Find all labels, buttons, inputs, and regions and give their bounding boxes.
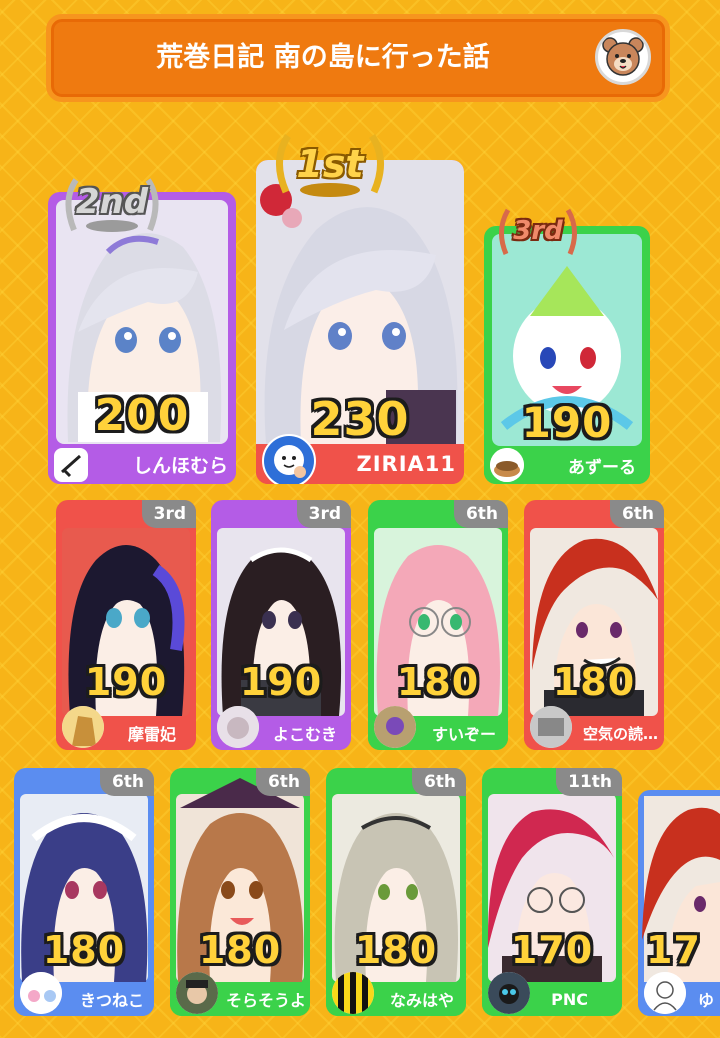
rank-card[interactable]: 6th 180 すいぞー: [368, 500, 508, 750]
medal-label: 3rd: [513, 216, 563, 246]
medal-gold-icon: 1st: [272, 128, 388, 204]
user-avatar: [217, 706, 259, 748]
rank-card[interactable]: 17 ゆ: [638, 790, 720, 1016]
user-name: 摩雷妃: [127, 725, 176, 744]
medal-bronze-icon: 3rd: [496, 204, 580, 264]
user-avatar: [374, 706, 416, 748]
user-avatar: [490, 448, 524, 482]
medal-label: 2nd: [75, 182, 149, 222]
user-name: そらそうよ: [225, 991, 306, 1010]
rank-badge: 6th: [255, 768, 310, 796]
name-bar: あずーる: [484, 446, 650, 484]
name-bar: しんほむら: [48, 444, 236, 484]
name-bar: きつねこ: [14, 972, 154, 1016]
score-value: 180: [396, 660, 480, 704]
user-avatar: [176, 972, 218, 1014]
score-value: 190: [84, 660, 168, 704]
rank-badge: 6th: [411, 768, 466, 796]
rank-badge: 6th: [453, 500, 508, 528]
user-avatar: [644, 972, 686, 1014]
user-name: ゆ: [698, 991, 715, 1010]
rank-badge: 3rd: [141, 500, 196, 528]
podium-card-3rd[interactable]: 190 あずーる: [484, 226, 650, 484]
name-bar: なみはや: [326, 972, 466, 1016]
user-avatar: [20, 972, 62, 1014]
rank-card[interactable]: 6th 180 そらそうよ: [170, 768, 310, 1016]
user-avatar: [262, 434, 316, 484]
name-bar: よこむき: [211, 706, 351, 750]
user-name: なみはや: [389, 991, 454, 1010]
score-value: 180: [198, 928, 282, 972]
rank-badge: 3rd: [296, 500, 351, 528]
score-value: 190: [521, 398, 613, 447]
user-name: よこむき: [272, 725, 337, 744]
rank-badge: 6th: [99, 768, 154, 796]
user-name: すいぞー: [431, 725, 496, 744]
score-value: 170: [510, 928, 594, 972]
podium-card-1st[interactable]: 230 ZIRIA11: [256, 160, 464, 484]
name-bar: すいぞー: [368, 706, 508, 750]
rank-card[interactable]: 11th 170 PNC: [482, 768, 622, 1016]
bear-icon[interactable]: [595, 29, 651, 85]
page-header: 荒巻日記 南の島に行った話: [46, 14, 670, 102]
user-avatar: [54, 448, 88, 482]
user-name: あずーる: [568, 457, 636, 478]
name-bar: 空気の読…: [524, 706, 664, 750]
name-bar: ゆ: [638, 972, 720, 1016]
name-bar: そらそうよ: [170, 972, 310, 1016]
score-value: 17: [646, 928, 701, 972]
user-avatar: [530, 706, 572, 748]
user-avatar: [332, 972, 374, 1014]
score-value: 200: [94, 390, 190, 441]
name-bar: ZIRIA11: [256, 434, 464, 484]
rank-card[interactable]: 6th 180 きつねこ: [14, 768, 154, 1016]
rank-card[interactable]: 6th 180 空気の読…: [524, 500, 664, 750]
rank-card[interactable]: 3rd 190 よこむき: [211, 500, 351, 750]
score-value: 180: [552, 660, 636, 704]
score-value: 180: [42, 928, 126, 972]
user-avatar: [62, 706, 104, 748]
user-name: PNC: [551, 989, 588, 1009]
rank-badge: 11th: [556, 768, 622, 796]
page-title: 荒巻日記 南の島に行った話: [156, 42, 490, 73]
user-name: きつねこ: [79, 991, 144, 1010]
user-avatar: [488, 972, 530, 1014]
score-value: 190: [239, 660, 323, 704]
rank-card[interactable]: 3rd 190 摩雷妃: [56, 500, 196, 750]
score-value: 180: [354, 928, 438, 972]
rank-badge: 6th: [609, 500, 664, 528]
name-bar: 摩雷妃: [56, 706, 196, 750]
name-bar: PNC: [482, 972, 622, 1016]
medal-silver-icon: 2nd: [62, 170, 162, 240]
user-name: しんほむら: [132, 454, 228, 477]
rank-card[interactable]: 6th 180 なみはや: [326, 768, 466, 1016]
user-name: ZIRIA11: [356, 452, 456, 476]
medal-label: 1st: [296, 142, 364, 186]
user-name: 空気の読…: [582, 724, 658, 743]
